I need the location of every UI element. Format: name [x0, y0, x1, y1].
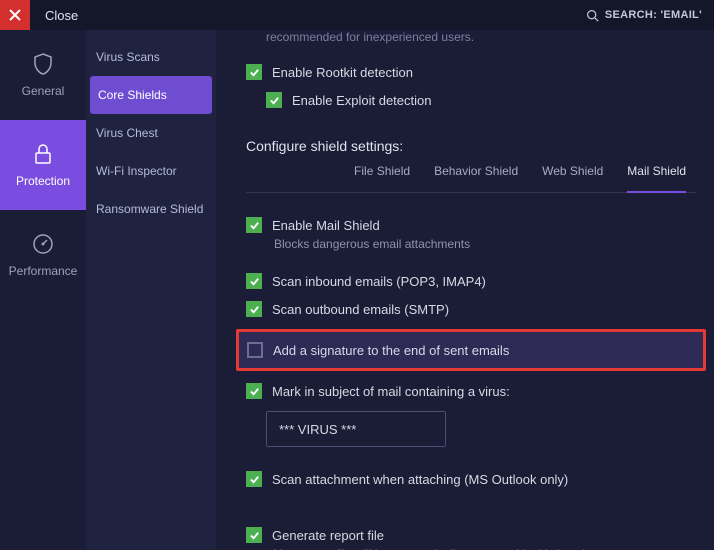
label-mark-subject: Mark in subject of mail containing a vir… — [272, 384, 510, 399]
content-area: recommended for inexperienced users. Ena… — [216, 30, 714, 550]
titlebar: Close SEARCH: 'EMAIL' — [0, 0, 714, 30]
check-icon — [249, 304, 260, 315]
tab-file-shield[interactable]: File Shield — [354, 164, 410, 184]
close-icon — [9, 9, 21, 21]
label-report: Generate report file — [272, 528, 384, 543]
close-label[interactable]: Close — [45, 8, 78, 23]
tab-mail-shield[interactable]: Mail Shield — [627, 164, 686, 193]
nav-label: Protection — [16, 174, 70, 188]
label-enable-mail: Enable Mail Shield — [272, 218, 380, 233]
checkbox-report[interactable] — [246, 527, 262, 543]
tab-behavior-shield[interactable]: Behavior Shield — [434, 164, 518, 184]
checkbox-inbound[interactable] — [246, 273, 262, 289]
left-nav: General Protection Performance — [0, 30, 86, 550]
shield-icon — [31, 52, 55, 76]
check-icon — [249, 67, 260, 78]
subnav-virus-chest[interactable]: Virus Chest — [86, 114, 216, 152]
nav-general[interactable]: General — [0, 30, 86, 120]
checkbox-enable-mail[interactable] — [246, 217, 262, 233]
checkbox-exploit[interactable] — [266, 92, 282, 108]
search-label: SEARCH: 'EMAIL' — [605, 9, 702, 21]
checkbox-rootkit[interactable] — [246, 64, 262, 80]
input-virus-text[interactable] — [266, 411, 446, 447]
shield-tabs: File Shield Behavior Shield Web Shield M… — [246, 164, 696, 193]
nav-label: Performance — [9, 264, 78, 278]
nav-protection[interactable]: Protection — [0, 120, 86, 210]
check-icon — [249, 386, 260, 397]
label-exploit: Enable Exploit detection — [292, 93, 431, 108]
checkbox-attachment[interactable] — [246, 471, 262, 487]
label-inbound: Scan inbound emails (POP3, IMAP4) — [272, 274, 486, 289]
sub-enable-mail: Blocks dangerous email attachments — [274, 237, 696, 251]
subnav-wifi-inspector[interactable]: Wi-Fi Inspector — [86, 152, 216, 190]
search-button[interactable]: SEARCH: 'EMAIL' — [586, 9, 702, 22]
nav-performance[interactable]: Performance — [0, 210, 86, 300]
label-rootkit: Enable Rootkit detection — [272, 65, 413, 80]
check-icon — [249, 276, 260, 287]
check-icon — [249, 530, 260, 541]
section-configure: Configure shield settings: — [246, 138, 696, 154]
subnav-core-shields[interactable]: Core Shields — [90, 76, 212, 114]
highlight-signature: Add a signature to the end of sent email… — [236, 329, 706, 371]
label-outbound: Scan outbound emails (SMTP) — [272, 302, 449, 317]
check-icon — [249, 220, 260, 231]
check-icon — [269, 95, 280, 106]
checkbox-mark-subject[interactable] — [246, 383, 262, 399]
check-icon — [249, 474, 260, 485]
hint-text: recommended for inexperienced users. — [266, 30, 696, 44]
search-icon — [586, 9, 599, 22]
label-attachment: Scan attachment when attaching (MS Outlo… — [272, 472, 568, 487]
gauge-icon — [31, 232, 55, 256]
lock-icon — [31, 142, 55, 166]
sub-nav: Virus Scans Core Shields Virus Chest Wi-… — [86, 30, 216, 550]
subnav-ransomware-shield[interactable]: Ransomware Shield — [86, 190, 216, 228]
tab-web-shield[interactable]: Web Shield — [542, 164, 603, 184]
checkbox-signature[interactable] — [247, 342, 263, 358]
label-signature: Add a signature to the end of sent email… — [273, 343, 509, 358]
nav-label: General — [22, 84, 65, 98]
checkbox-outbound[interactable] — [246, 301, 262, 317]
close-x-button[interactable] — [0, 0, 30, 30]
subnav-virus-scans[interactable]: Virus Scans — [86, 38, 216, 76]
